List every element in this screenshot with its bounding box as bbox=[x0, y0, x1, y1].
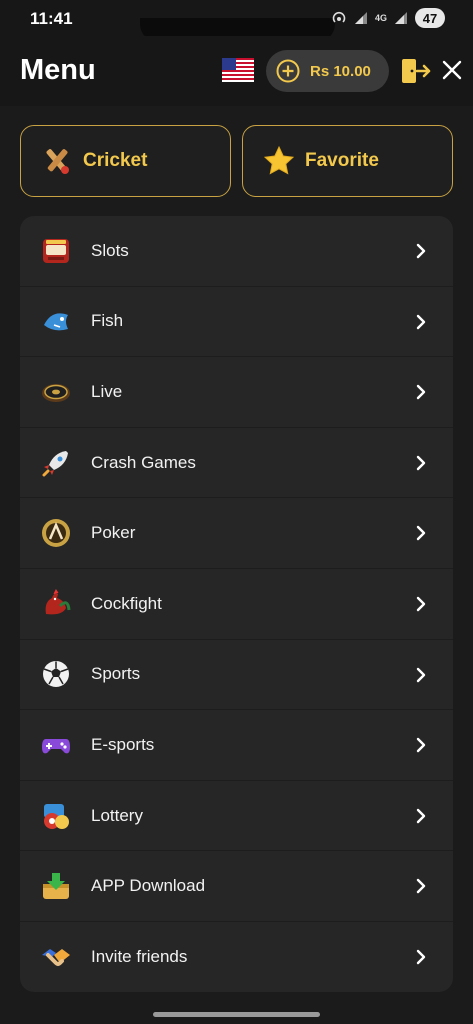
lottery-balls-icon bbox=[40, 800, 72, 832]
menu-item-label: E-sports bbox=[91, 734, 155, 754]
menu-item-invite-friends[interactable]: Invite friends bbox=[20, 922, 453, 992]
menu-item-label: Crash Games bbox=[91, 452, 196, 472]
menu-item-label: Sports bbox=[91, 664, 141, 684]
menu-item-crash-games[interactable]: Crash Games bbox=[20, 428, 453, 499]
handshake-icon bbox=[40, 941, 72, 973]
menu-item-label: Cockfight bbox=[91, 593, 162, 613]
menu-item-e-sports[interactable]: E-sports bbox=[20, 710, 453, 781]
chevron-right-icon bbox=[416, 455, 426, 470]
menu-item-sports[interactable]: Sports bbox=[20, 640, 453, 711]
roulette-icon bbox=[40, 376, 72, 408]
rooster-icon bbox=[40, 588, 72, 620]
menu-item-label: APP Download bbox=[91, 876, 206, 896]
poker-icon bbox=[40, 517, 72, 549]
chevron-right-icon bbox=[416, 596, 426, 612]
menu-list: Slots Fish Live Crash Games Poker Cockfi… bbox=[20, 216, 453, 992]
chevron-right-icon bbox=[416, 808, 426, 823]
menu-item-label: Slots bbox=[91, 240, 129, 260]
menu-item-label: Poker bbox=[91, 523, 136, 543]
menu-item-label: Live bbox=[91, 381, 123, 401]
gamepad-icon bbox=[40, 729, 72, 761]
chevron-right-icon bbox=[416, 879, 426, 894]
close-icon[interactable] bbox=[440, 58, 464, 82]
menu-item-live[interactable]: Live bbox=[20, 357, 453, 428]
cricket-label: Cricket bbox=[83, 150, 148, 171]
favorite-button[interactable]: Favorite bbox=[242, 125, 453, 197]
signal-icon bbox=[354, 12, 367, 24]
cricket-button[interactable]: Cricket bbox=[20, 125, 231, 197]
gesture-nav-bar[interactable] bbox=[153, 1012, 320, 1017]
menu-item-label: Lottery bbox=[91, 805, 143, 825]
menu-item-fish[interactable]: Fish bbox=[20, 287, 453, 358]
chevron-right-icon bbox=[416, 667, 426, 682]
cricket-bat-icon bbox=[46, 149, 69, 174]
rocket-icon bbox=[40, 447, 72, 479]
us-flag-icon[interactable] bbox=[222, 58, 254, 82]
page-title: Menu bbox=[20, 54, 96, 86]
chevron-right-icon bbox=[416, 526, 426, 541]
balance-pill[interactable]: Rs 10.00 bbox=[266, 50, 389, 92]
network-type: 4G bbox=[374, 13, 387, 23]
menu-item-label: Invite friends bbox=[91, 947, 188, 967]
menu-header: Menu Rs 10.00 bbox=[0, 36, 473, 106]
favorite-label: Favorite bbox=[305, 150, 379, 171]
status-icons: 4G 47 bbox=[331, 8, 445, 28]
star-icon bbox=[263, 145, 295, 175]
chevron-right-icon bbox=[416, 314, 426, 329]
balance-amount: Rs 10.00 bbox=[310, 62, 371, 80]
download-icon bbox=[40, 870, 72, 902]
plus-circle-icon[interactable] bbox=[276, 59, 300, 83]
chevron-right-icon bbox=[416, 737, 426, 753]
status-bar: 11:41 4G 47 bbox=[0, 0, 473, 42]
menu-item-poker[interactable]: Poker bbox=[20, 498, 453, 569]
fish-icon bbox=[40, 305, 72, 337]
chevron-right-icon bbox=[416, 384, 426, 400]
menu-item-app-download[interactable]: APP Download bbox=[20, 851, 453, 922]
logout-icon[interactable] bbox=[400, 56, 432, 86]
signal-icon-2 bbox=[395, 12, 407, 24]
battery-indicator: 47 bbox=[415, 8, 445, 28]
chevron-right-icon bbox=[416, 243, 426, 259]
menu-item-lottery[interactable]: Lottery bbox=[20, 781, 453, 852]
menu-item-cockfight[interactable]: Cockfight bbox=[20, 569, 453, 640]
slot-machine-icon bbox=[40, 235, 72, 267]
status-time: 11:41 bbox=[30, 9, 73, 28]
menu-item-label: Fish bbox=[91, 311, 124, 331]
hotspot-icon bbox=[332, 11, 346, 23]
chevron-right-icon bbox=[416, 949, 426, 965]
soccer-ball-icon bbox=[40, 658, 72, 690]
menu-item-slots[interactable]: Slots bbox=[20, 216, 453, 287]
